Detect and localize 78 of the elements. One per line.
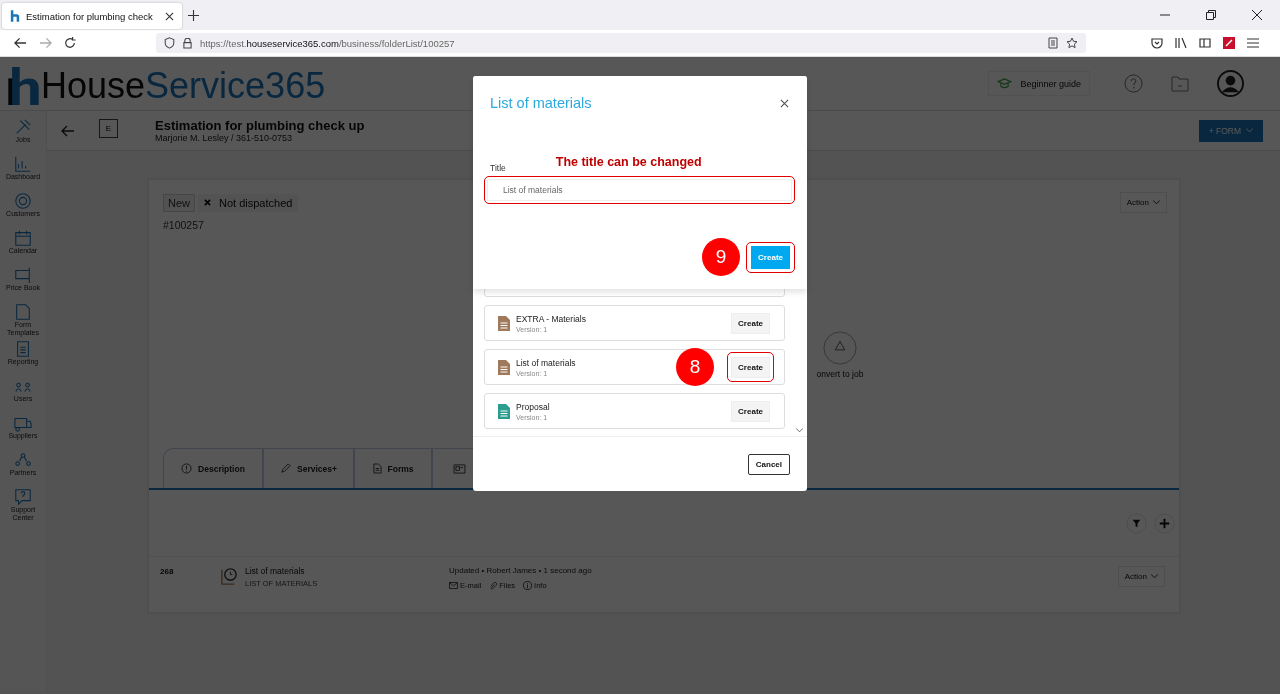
sidebar-icon[interactable] — [1199, 37, 1211, 49]
caret-icon — [1153, 200, 1160, 205]
action-button[interactable]: Action — [1119, 192, 1167, 213]
info-icon — [523, 581, 533, 590]
pocket-icon[interactable] — [1151, 37, 1163, 49]
x-icon — [204, 199, 211, 206]
address-bar[interactable]: https://test.houseservice365.com/business/folderList/100257 — [156, 33, 1086, 53]
help-icon — [14, 488, 32, 506]
status-chip: New — [163, 193, 195, 212]
tab[interactable]: Description — [163, 448, 263, 488]
report-icon — [14, 340, 32, 358]
new-tab-icon[interactable] — [188, 9, 199, 21]
avatar-icon[interactable] — [1217, 70, 1244, 97]
cancel-button[interactable]: Cancel — [747, 453, 790, 475]
form-icon — [14, 303, 32, 321]
annotation-note: The title can be changed — [555, 155, 702, 169]
chart-icon — [14, 155, 32, 173]
tab[interactable]: Forms — [354, 448, 432, 488]
add-form-button[interactable]: + FORM — [1198, 119, 1263, 142]
title-field[interactable]: List of materials — [487, 179, 792, 201]
add-icon[interactable] — [1154, 512, 1175, 534]
job-number: #100257 — [163, 219, 205, 231]
create-button[interactable]: Create — [731, 313, 770, 334]
field-label: Title — [490, 163, 506, 173]
form-number: 268 — [160, 567, 175, 576]
job-subtitle: Marjorie M. Lesley / 361-510-0753 — [155, 133, 294, 143]
id-card-icon — [453, 463, 466, 474]
restore-icon[interactable] — [1206, 10, 1216, 20]
filter-icon[interactable] — [1126, 512, 1147, 534]
tab-title: Estimation for plumbing check — [26, 10, 154, 22]
logo: HouseService365 — [8, 66, 326, 105]
scroll-down-icon[interactable] — [796, 428, 803, 433]
close-icon[interactable] — [780, 98, 789, 108]
close-icon[interactable] — [165, 11, 174, 21]
star-icon[interactable] — [1066, 37, 1078, 49]
step-marker: 8 — [676, 348, 715, 386]
info-icon — [181, 463, 193, 474]
beginner-guide-button[interactable]: Beginner guide — [988, 71, 1090, 96]
calendar-icon — [14, 229, 32, 247]
library-icon[interactable] — [1175, 37, 1187, 49]
paperclip-icon — [489, 581, 498, 590]
reader-icon[interactable] — [1048, 37, 1058, 49]
shield-icon — [164, 37, 175, 49]
site-icon — [10, 10, 20, 22]
mail-icon — [449, 582, 458, 589]
action-button[interactable]: Action — [1117, 566, 1165, 587]
back-icon[interactable] — [14, 37, 27, 49]
logo-icon — [8, 66, 39, 105]
graduation-cap-icon — [997, 78, 1013, 89]
template-name: Proposal — [516, 401, 550, 412]
menu-icon[interactable] — [1247, 38, 1259, 48]
template-name: List of materials — [516, 357, 576, 368]
caret-icon — [1246, 128, 1253, 133]
update-info: Updated • Robert James • 1 second ago — [449, 566, 593, 575]
close-icon[interactable] — [1252, 10, 1262, 20]
form-title[interactable]: List of materials — [245, 566, 425, 576]
step-marker: 9 — [702, 238, 741, 276]
create-button[interactable]: Create — [731, 357, 770, 378]
job-title: Estimation for plumbing check up — [155, 118, 365, 133]
convert-to-job-label: onvert to job — [816, 369, 864, 379]
lock-icon — [183, 37, 192, 49]
dialog-title: List of materials — [490, 95, 592, 111]
template-name: EXTRA - Materials — [516, 313, 586, 324]
url-text: https://test.houseservice365.com/business/folderList/100257 — [200, 37, 455, 49]
document-icon — [372, 463, 382, 474]
caret-icon — [1151, 574, 1158, 579]
document-history-icon — [220, 566, 239, 585]
create-button[interactable]: Create — [731, 401, 770, 422]
create-button[interactable]: Create — [751, 245, 790, 269]
dispatch-chip: Not dispatched — [198, 193, 299, 212]
tools-icon — [14, 118, 32, 136]
reload-icon[interactable] — [64, 37, 76, 49]
extension-icon[interactable] — [1223, 37, 1235, 49]
partners-icon — [14, 451, 32, 469]
browser-tab[interactable]: Estimation for plumbing check — [2, 3, 182, 29]
tab[interactable]: Services+ — [263, 448, 354, 488]
target-icon — [14, 192, 32, 210]
pencil-icon — [280, 463, 291, 474]
